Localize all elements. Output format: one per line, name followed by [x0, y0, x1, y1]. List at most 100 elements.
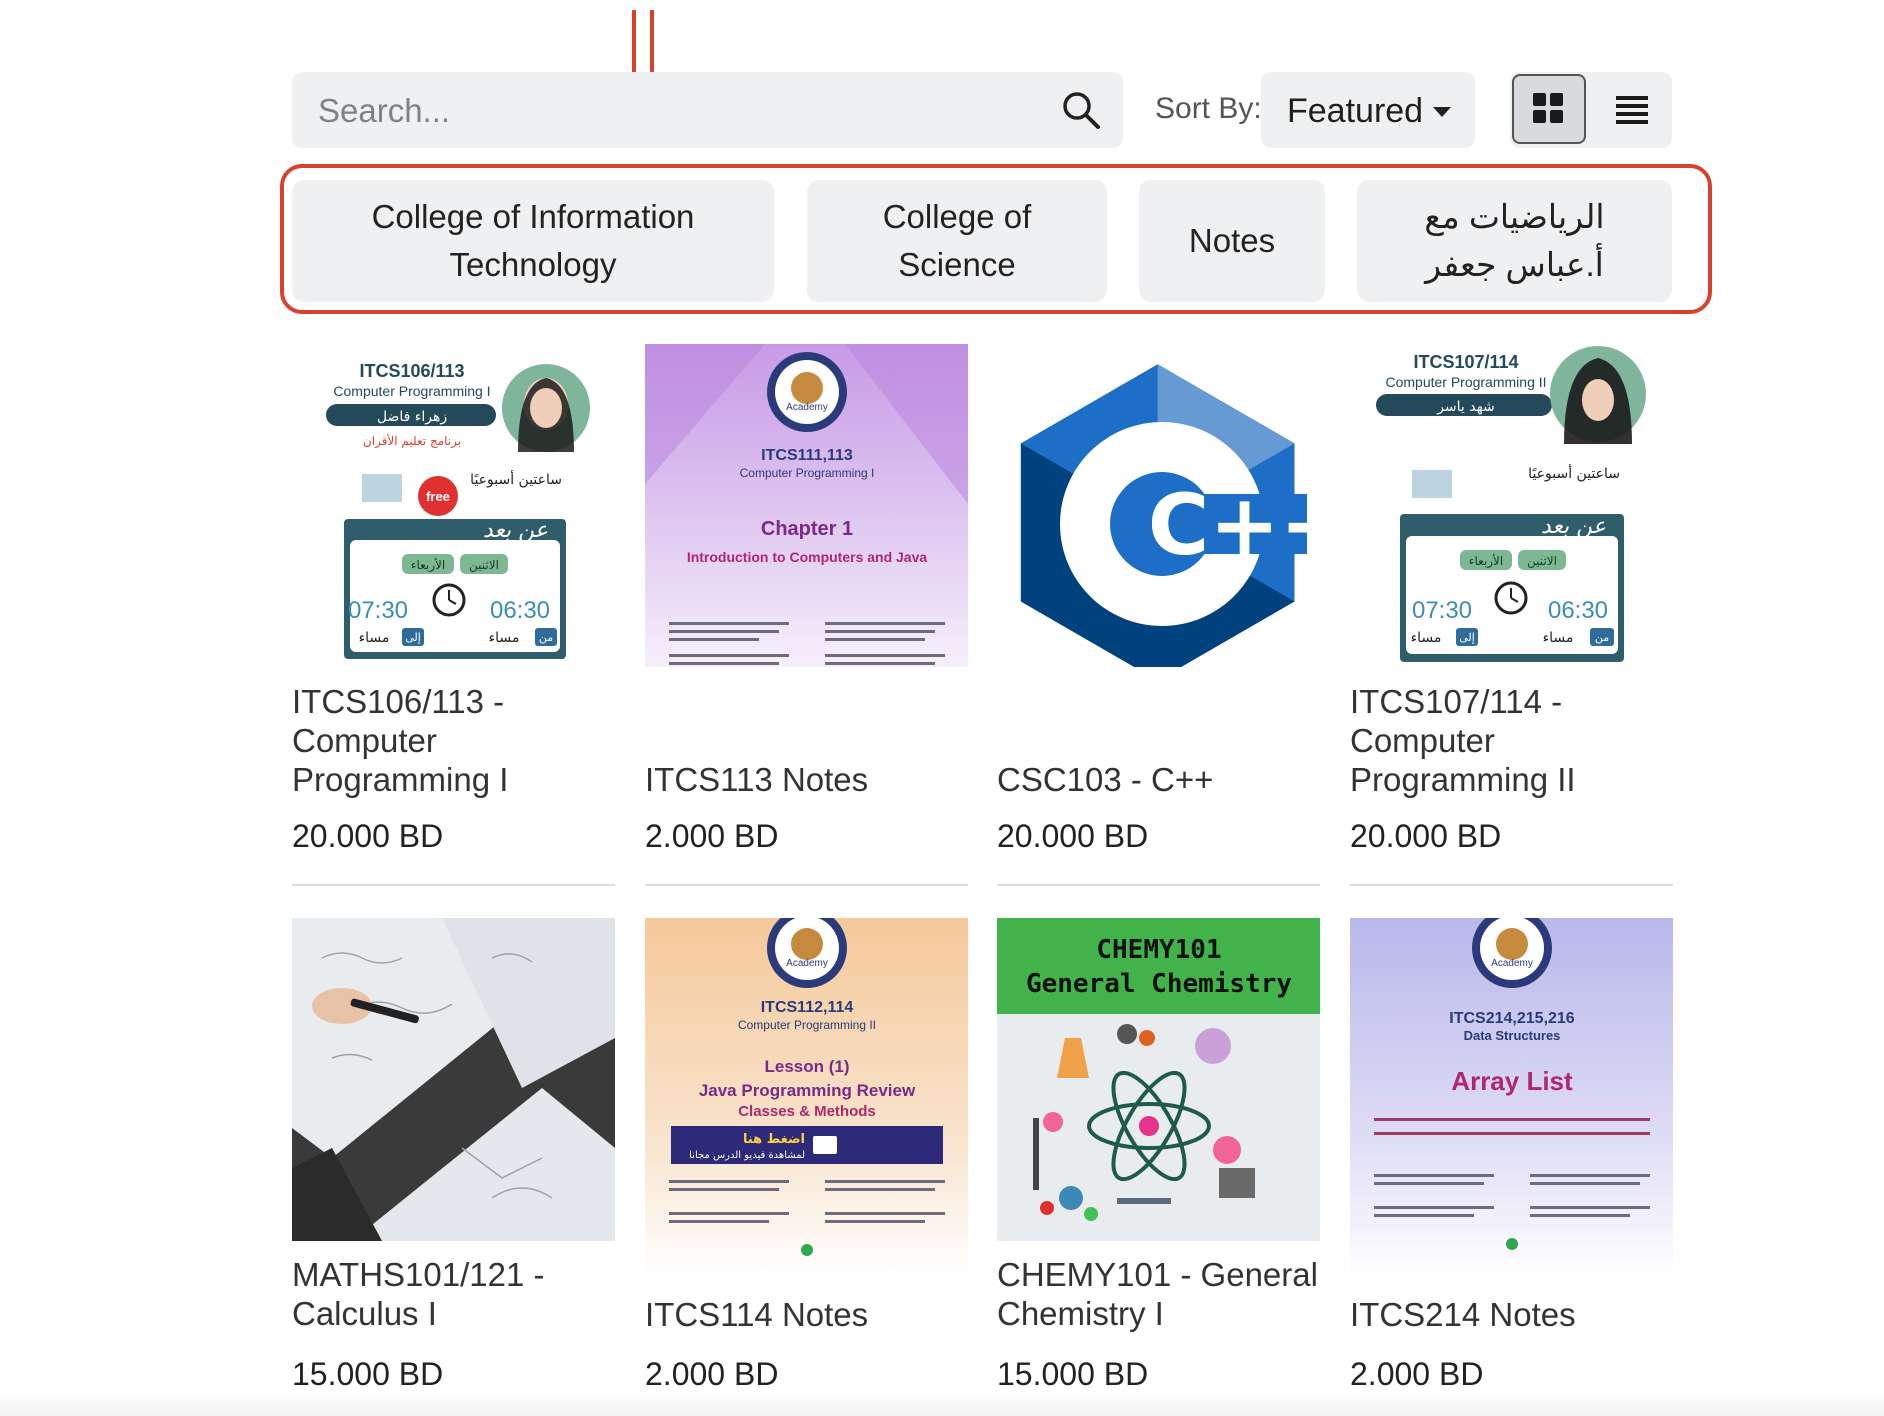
- video-line-1: اضغط هنا: [743, 1132, 805, 1147]
- poster-day2: الأربعاء: [1469, 553, 1503, 569]
- cover-heading: Array List: [1451, 1066, 1573, 1096]
- product-price: 15.000 BD: [997, 1356, 1149, 1392]
- product-image[interactable]: Academy ITCS111,113 Computer Programming…: [645, 344, 968, 667]
- course-poster: ITCS106/113 Computer Programming I زهراء…: [326, 361, 590, 659]
- poster-instructor: زهراء فاضل: [377, 409, 447, 425]
- grid-view-button[interactable]: [1512, 74, 1586, 144]
- product-title[interactable]: ITCS106/113 - Computer Programming I: [292, 682, 615, 799]
- category-label: الرياضيات مع أ.عباس جعفر: [1424, 198, 1605, 283]
- category-label: College of Information Technology: [371, 198, 695, 283]
- cover-course: Data Structures: [1464, 1028, 1561, 1043]
- poster-from: من: [539, 631, 553, 644]
- product-image[interactable]: Academy ITCS214,215,216 Data Structures …: [1350, 918, 1673, 1278]
- divider: [292, 884, 615, 886]
- product-image[interactable]: [292, 918, 615, 1241]
- cover-code: ITCS112,114: [761, 999, 854, 1016]
- course-poster: ITCS107/114 Computer Programming II شهد …: [1376, 346, 1646, 662]
- product-image[interactable]: ITCS106/113 Computer Programming I زهراء…: [292, 344, 615, 667]
- cover-line-2: General Chemistry: [1026, 969, 1292, 999]
- sort-dropdown[interactable]: Featured: [1261, 72, 1475, 148]
- product-price: 2.000 BD: [645, 818, 779, 854]
- search-icon[interactable]: [1061, 90, 1101, 130]
- cover-code: ITCS111,113: [761, 447, 853, 464]
- sort-selected-value: Featured: [1287, 92, 1424, 130]
- video-line-2: لمشاهدة فيديو الدرس مجانا: [689, 1150, 805, 1161]
- brand: Academy: [786, 958, 828, 969]
- product-image[interactable]: ITCS107/114 Computer Programming II شهد …: [1350, 344, 1673, 667]
- cover-course: Computer Programming I: [740, 466, 875, 480]
- cover-line-1: CHEMY101: [1096, 935, 1221, 965]
- cpp-logo-text: C++: [1148, 476, 1320, 574]
- poster-pm: مساء: [359, 630, 390, 646]
- chevron-down-icon: [1433, 107, 1451, 117]
- poster-time-from: 06:30: [490, 597, 550, 624]
- search-input[interactable]: [316, 72, 1040, 150]
- product-price: 2.000 BD: [1350, 1356, 1484, 1392]
- brand: Academy: [786, 402, 828, 413]
- page-bottom-edge: [0, 1392, 1884, 1416]
- poster-time-from: 06:30: [1548, 597, 1608, 624]
- divider: [1350, 884, 1673, 886]
- cover-course: Computer Programming II: [738, 1018, 876, 1032]
- product-price: 2.000 BD: [645, 1356, 779, 1392]
- cpp-logo-icon: C++: [1020, 364, 1320, 667]
- product-price: 20.000 BD: [1350, 818, 1502, 854]
- brand: Academy: [1491, 958, 1533, 969]
- poster-badge: free: [426, 489, 450, 504]
- poster-remote: عن بعد: [483, 518, 548, 543]
- poster-time-to: 07:30: [1412, 597, 1472, 624]
- poster-time-to: 07:30: [348, 597, 408, 624]
- sort-label: Sort By:: [1155, 92, 1262, 125]
- search-bar[interactable]: [292, 72, 1123, 150]
- poster-program: برنامج تعليم الأقران: [363, 433, 461, 449]
- poster-code: ITCS106/113: [359, 361, 464, 381]
- category-college-of-it[interactable]: College of Information Technology: [292, 180, 774, 302]
- poster-pm: مساء: [1543, 630, 1574, 646]
- poster-instructor: شهد ياسر: [1436, 399, 1495, 415]
- product-price: 20.000 BD: [292, 818, 444, 854]
- product-image[interactable]: Academy ITCS112,114 Computer Programming…: [645, 918, 968, 1278]
- category-label: College of Science: [882, 198, 1032, 283]
- product-title[interactable]: CSC103 - C++: [997, 760, 1320, 799]
- category-college-of-science[interactable]: College of Science: [807, 180, 1107, 302]
- poster-day2: الأربعاء: [411, 557, 445, 573]
- poster-day1: الاثنين: [469, 558, 499, 573]
- product-title[interactable]: ITCS107/114 - Computer Programming II: [1350, 682, 1673, 799]
- calculus-photo: [292, 918, 615, 1241]
- product-title[interactable]: ITCS214 Notes: [1350, 1295, 1673, 1334]
- product-image[interactable]: C++: [997, 344, 1320, 667]
- divider: [997, 884, 1320, 886]
- poster-to: إلى: [405, 631, 421, 644]
- cover-heading: Lesson (1): [764, 1057, 849, 1076]
- poster-day1: الاثنين: [1527, 554, 1557, 569]
- poster-code: ITCS107/114: [1413, 352, 1518, 372]
- poster-course: Computer Programming I: [333, 383, 490, 399]
- poster-from: من: [1595, 631, 1609, 644]
- notes-cover: Academy ITCS111,113 Computer Programming…: [645, 344, 968, 667]
- product-title[interactable]: MATHS101/121 - Calculus I: [292, 1255, 615, 1333]
- list-view-button[interactable]: [1594, 74, 1670, 146]
- list-view-icon: [1616, 96, 1648, 124]
- product-title[interactable]: CHEMY101 - General Chemistry I: [997, 1255, 1320, 1333]
- grid-view-icon: [1533, 93, 1563, 123]
- cover-subheading: Introduction to Computers and Java: [687, 549, 928, 565]
- divider: [645, 884, 968, 886]
- product-price: 15.000 BD: [292, 1356, 444, 1392]
- product-price: 20.000 BD: [997, 818, 1149, 854]
- poster-pm: مساء: [1411, 630, 1442, 646]
- category-notes[interactable]: Notes: [1139, 180, 1325, 302]
- cover-code: ITCS214,215,216: [1449, 1010, 1575, 1027]
- category-math-abbas-jaafar[interactable]: الرياضيات مع أ.عباس جعفر: [1357, 180, 1672, 302]
- cover-subheading: Java Programming Review: [699, 1081, 916, 1100]
- product-title[interactable]: ITCS113 Notes: [645, 760, 968, 799]
- cover-heading: Chapter 1: [761, 518, 853, 540]
- poster-pm: مساء: [489, 630, 520, 646]
- poster-course: Computer Programming II: [1385, 374, 1546, 390]
- product-image[interactable]: CHEMY101 General Chemistry: [997, 918, 1320, 1241]
- poster-remote: عن بعد: [1541, 514, 1606, 539]
- notes-cover: Academy ITCS214,215,216 Data Structures …: [1350, 918, 1673, 1278]
- category-label: Notes: [1188, 222, 1276, 259]
- notes-cover: Academy ITCS112,114 Computer Programming…: [645, 918, 968, 1278]
- product-title[interactable]: ITCS114 Notes: [645, 1295, 968, 1334]
- cover-subheading-2: Classes & Methods: [738, 1103, 876, 1120]
